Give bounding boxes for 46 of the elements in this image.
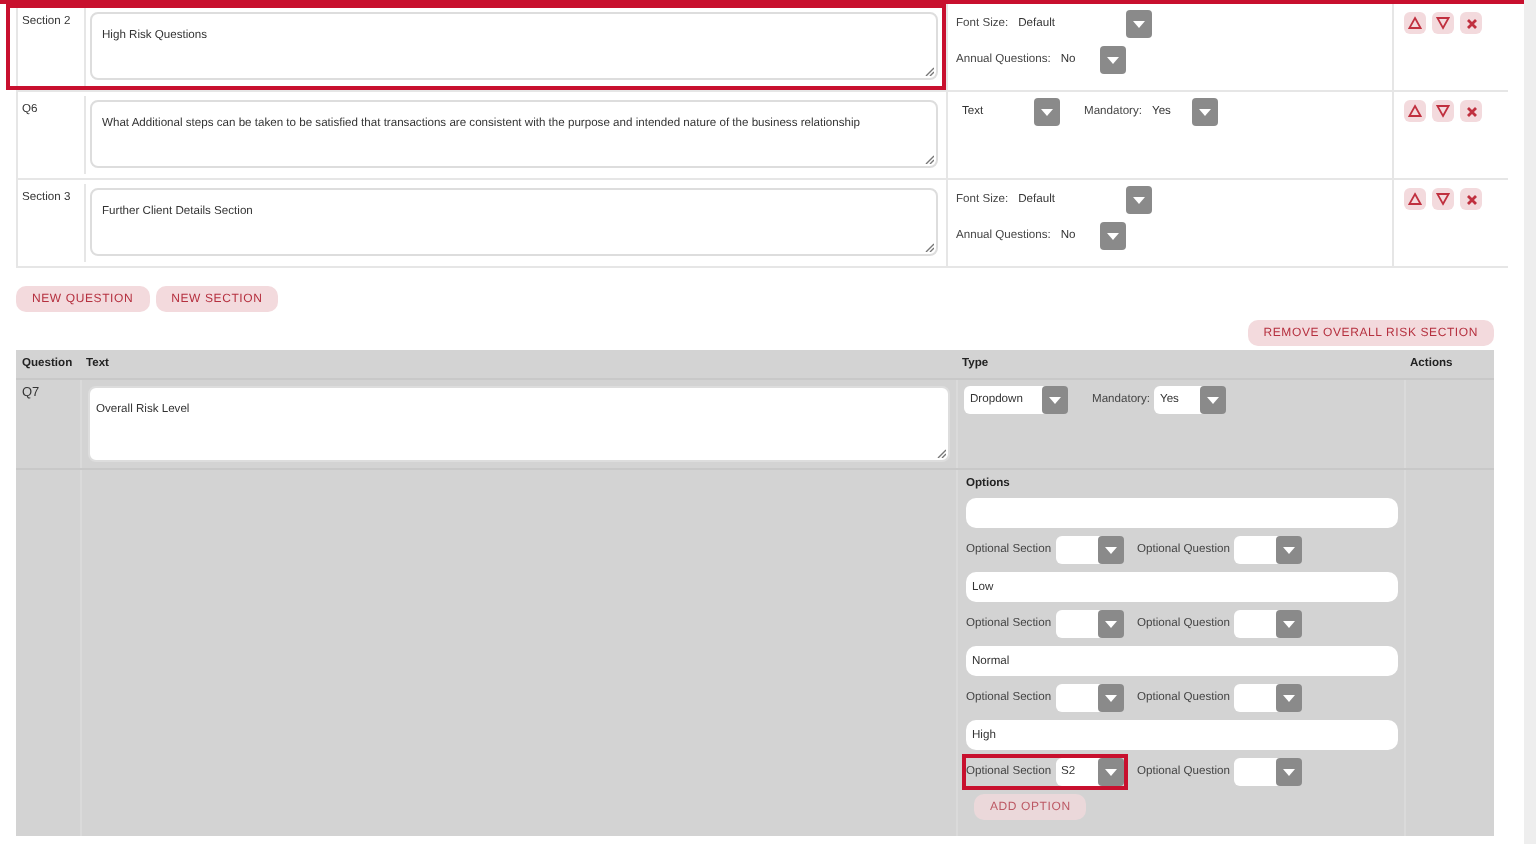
triangle-up-icon	[1408, 192, 1422, 206]
move-down-button[interactable]	[1432, 100, 1454, 122]
dropdown[interactable]	[1233, 684, 1302, 712]
close-icon	[1465, 17, 1477, 29]
dropdown[interactable]	[1055, 536, 1124, 564]
caret-icon	[1100, 46, 1127, 74]
triangle-down-icon	[1436, 104, 1450, 118]
move-down-button[interactable]	[1432, 12, 1454, 34]
delete-button[interactable]	[1460, 100, 1482, 122]
caret-icon	[1097, 610, 1124, 638]
caret-icon	[1097, 684, 1124, 712]
resize-grip-icon	[924, 66, 934, 76]
caret-icon	[1097, 536, 1124, 564]
caret-icon	[1100, 222, 1127, 250]
triangle-down-icon	[1436, 16, 1450, 30]
dropdown[interactable]	[1055, 610, 1124, 638]
dropdown[interactable]	[1233, 536, 1302, 564]
dropdown[interactable]	[1055, 684, 1124, 712]
caret-icon	[1097, 758, 1124, 786]
resize-grip-icon	[924, 154, 934, 164]
triangle-up-icon	[1408, 104, 1422, 118]
delete-button[interactable]	[1460, 12, 1482, 34]
caret-icon	[1126, 10, 1153, 38]
caret-icon	[1034, 98, 1060, 126]
close-icon	[1465, 105, 1477, 117]
close-icon	[1465, 193, 1477, 205]
delete-button[interactable]	[1460, 188, 1482, 210]
caret-icon	[1192, 98, 1218, 126]
move-down-button[interactable]	[1432, 188, 1454, 210]
triangle-up-icon	[1408, 16, 1422, 30]
move-up-button[interactable]	[1404, 188, 1426, 210]
move-up-button[interactable]	[1404, 100, 1426, 122]
caret-icon	[1275, 610, 1302, 638]
option-field[interactable]	[966, 498, 1398, 528]
caret-icon	[1275, 536, 1302, 564]
dropdown[interactable]	[1233, 610, 1302, 638]
caret-icon	[1275, 758, 1302, 786]
caret-icon	[1126, 186, 1153, 214]
caret-icon	[1200, 386, 1226, 414]
caret-icon	[1275, 684, 1302, 712]
dropdown[interactable]	[1233, 758, 1302, 786]
triangle-down-icon	[1436, 192, 1450, 206]
move-up-button[interactable]	[1404, 12, 1426, 34]
caret-icon	[1042, 386, 1068, 414]
resize-grip-icon	[924, 242, 934, 252]
resize-grip-icon	[936, 448, 946, 458]
